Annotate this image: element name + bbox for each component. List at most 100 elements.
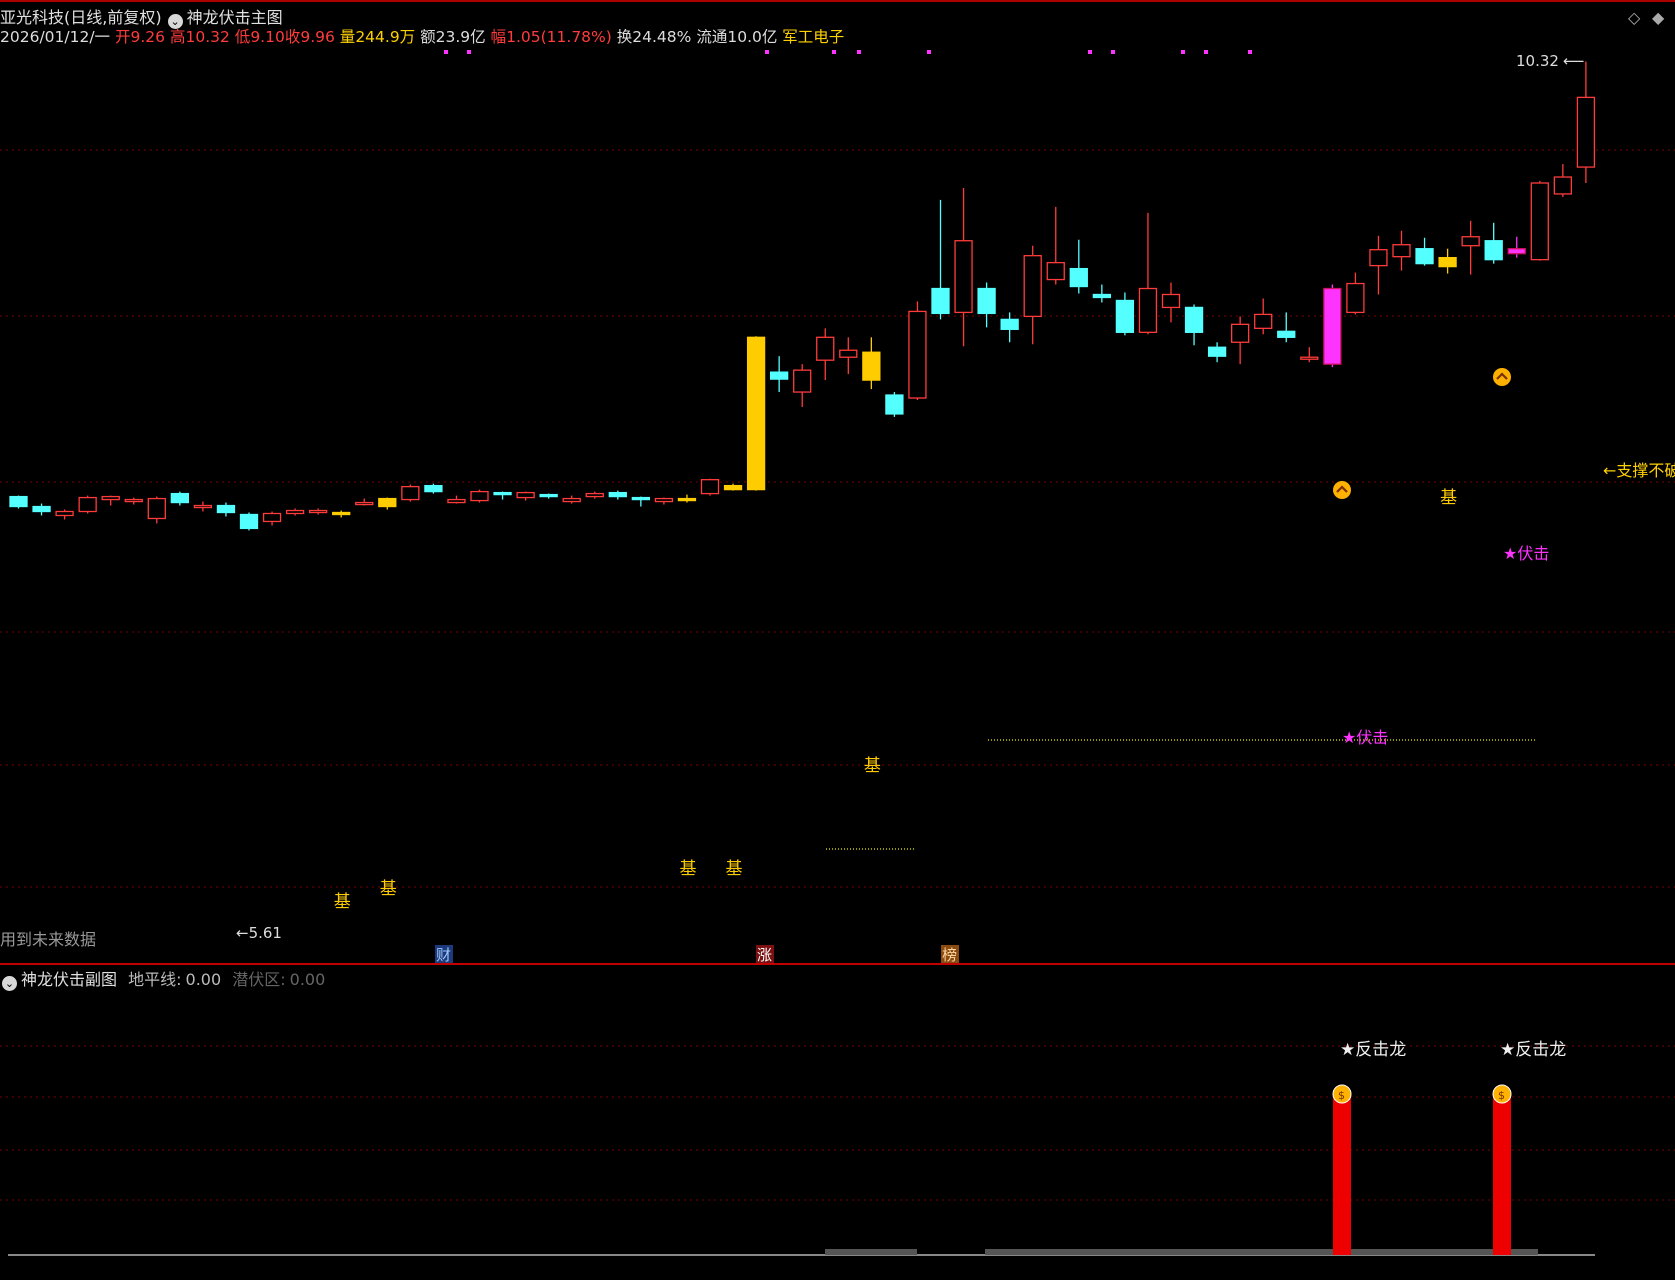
counterattack-dragon-label-2: ★反击龙: [1500, 1040, 1567, 1060]
candle-body: [516, 491, 535, 499]
candle-body: [770, 371, 789, 380]
candle: [608, 490, 627, 500]
candle: [332, 510, 351, 518]
candle-body: [1484, 240, 1503, 261]
candle: [193, 501, 213, 512]
candle-body: [631, 496, 650, 501]
candle-body: [239, 513, 259, 530]
signal-dot: [1248, 50, 1252, 54]
candle: [654, 497, 674, 505]
candle-body: [9, 495, 28, 508]
news-tag-label: 榜: [942, 946, 957, 964]
candle-body: [1138, 287, 1158, 333]
candle: [424, 483, 443, 494]
signal-dot: [832, 50, 836, 54]
sub-indicator-name[interactable]: 神龙伏击副图: [21, 970, 117, 989]
horizon-value: 0.00: [185, 970, 222, 989]
candle: [700, 478, 720, 496]
candle-body: [1231, 323, 1250, 343]
candle: [931, 199, 950, 320]
candle-body: [1000, 318, 1019, 330]
candle-body: [1069, 267, 1088, 288]
hidden-zone-label: 潜伏区:: [232, 970, 286, 989]
candle: [1415, 237, 1434, 266]
candle: [239, 512, 259, 531]
candle: [32, 503, 51, 516]
candle-body: [885, 394, 904, 415]
high-price-marker: 10.32 ⟵: [1516, 52, 1585, 70]
main-price-chart[interactable]: 基基基 基基基财涨榜: [0, 0, 1675, 1280]
ji-label: 基: [1440, 488, 1457, 508]
candle-body: [700, 479, 720, 495]
candle-body: [355, 501, 374, 506]
candle: [401, 484, 420, 502]
ji-label: 基: [679, 859, 696, 879]
candle-body: [1576, 96, 1596, 168]
news-tag: 榜: [941, 945, 959, 964]
candle: [9, 495, 28, 509]
candle: [746, 336, 766, 491]
candle-body: [216, 504, 236, 514]
news-tag-label: 财: [436, 946, 451, 964]
candle: [977, 282, 996, 328]
candle: [1115, 292, 1135, 336]
fuji-signal-1: ★伏击: [1342, 728, 1389, 747]
candle-body: [147, 497, 166, 520]
candle-body: [285, 509, 305, 515]
news-tag: 财: [435, 945, 453, 964]
signal-dot: [765, 50, 769, 54]
candle: [308, 508, 328, 515]
candle: [147, 496, 166, 524]
candle: [862, 337, 881, 390]
candle-body: [746, 336, 766, 491]
candle-body: [954, 240, 973, 314]
candle: [1323, 284, 1342, 368]
candle-body: [1046, 261, 1065, 281]
candle-body: [32, 505, 51, 513]
support-note: ←支撑不破: [1603, 461, 1675, 480]
candle-body: [470, 490, 489, 502]
candle-body: [308, 509, 328, 514]
sub-indicator-dropdown-icon[interactable]: ⌄: [2, 976, 17, 991]
candle-body: [931, 287, 950, 315]
candle: [78, 495, 97, 514]
candle: [585, 491, 604, 499]
candle-body: [1023, 255, 1042, 318]
candle: [1184, 304, 1204, 346]
candle: [124, 497, 143, 505]
candle-body: [977, 287, 996, 315]
candle: [216, 502, 236, 517]
candle-body: [193, 504, 213, 509]
candle-body: [1323, 287, 1342, 365]
signal-dot: [1111, 50, 1115, 54]
signal-dot: [1088, 50, 1092, 54]
signal-dot: [467, 50, 471, 54]
candle: [447, 495, 466, 504]
candle-body: [585, 492, 604, 498]
ji-label: 基: [380, 879, 397, 899]
candle-body: [1415, 248, 1434, 265]
signal-dot: [1204, 50, 1208, 54]
candle: [1207, 342, 1227, 363]
candle: [539, 493, 558, 499]
candle: [1092, 284, 1111, 303]
candle: [1046, 206, 1065, 285]
candle: [885, 392, 904, 417]
candle-body: [55, 510, 74, 517]
ji-label: 基: [726, 859, 743, 879]
candle-body: [1092, 293, 1111, 299]
candle: [1530, 181, 1549, 261]
candle-body: [839, 349, 858, 358]
candle: [1300, 347, 1319, 363]
candle-body: [1161, 293, 1181, 309]
candle-body: [1207, 346, 1227, 357]
candle: [1069, 239, 1088, 294]
candle: [1346, 272, 1365, 315]
candle: [1392, 230, 1411, 271]
candle: [954, 187, 973, 347]
candle: [562, 495, 581, 504]
candle: [378, 497, 397, 510]
candle-body: [1346, 282, 1365, 314]
candle: [770, 356, 789, 393]
candle-body: [1115, 299, 1135, 333]
